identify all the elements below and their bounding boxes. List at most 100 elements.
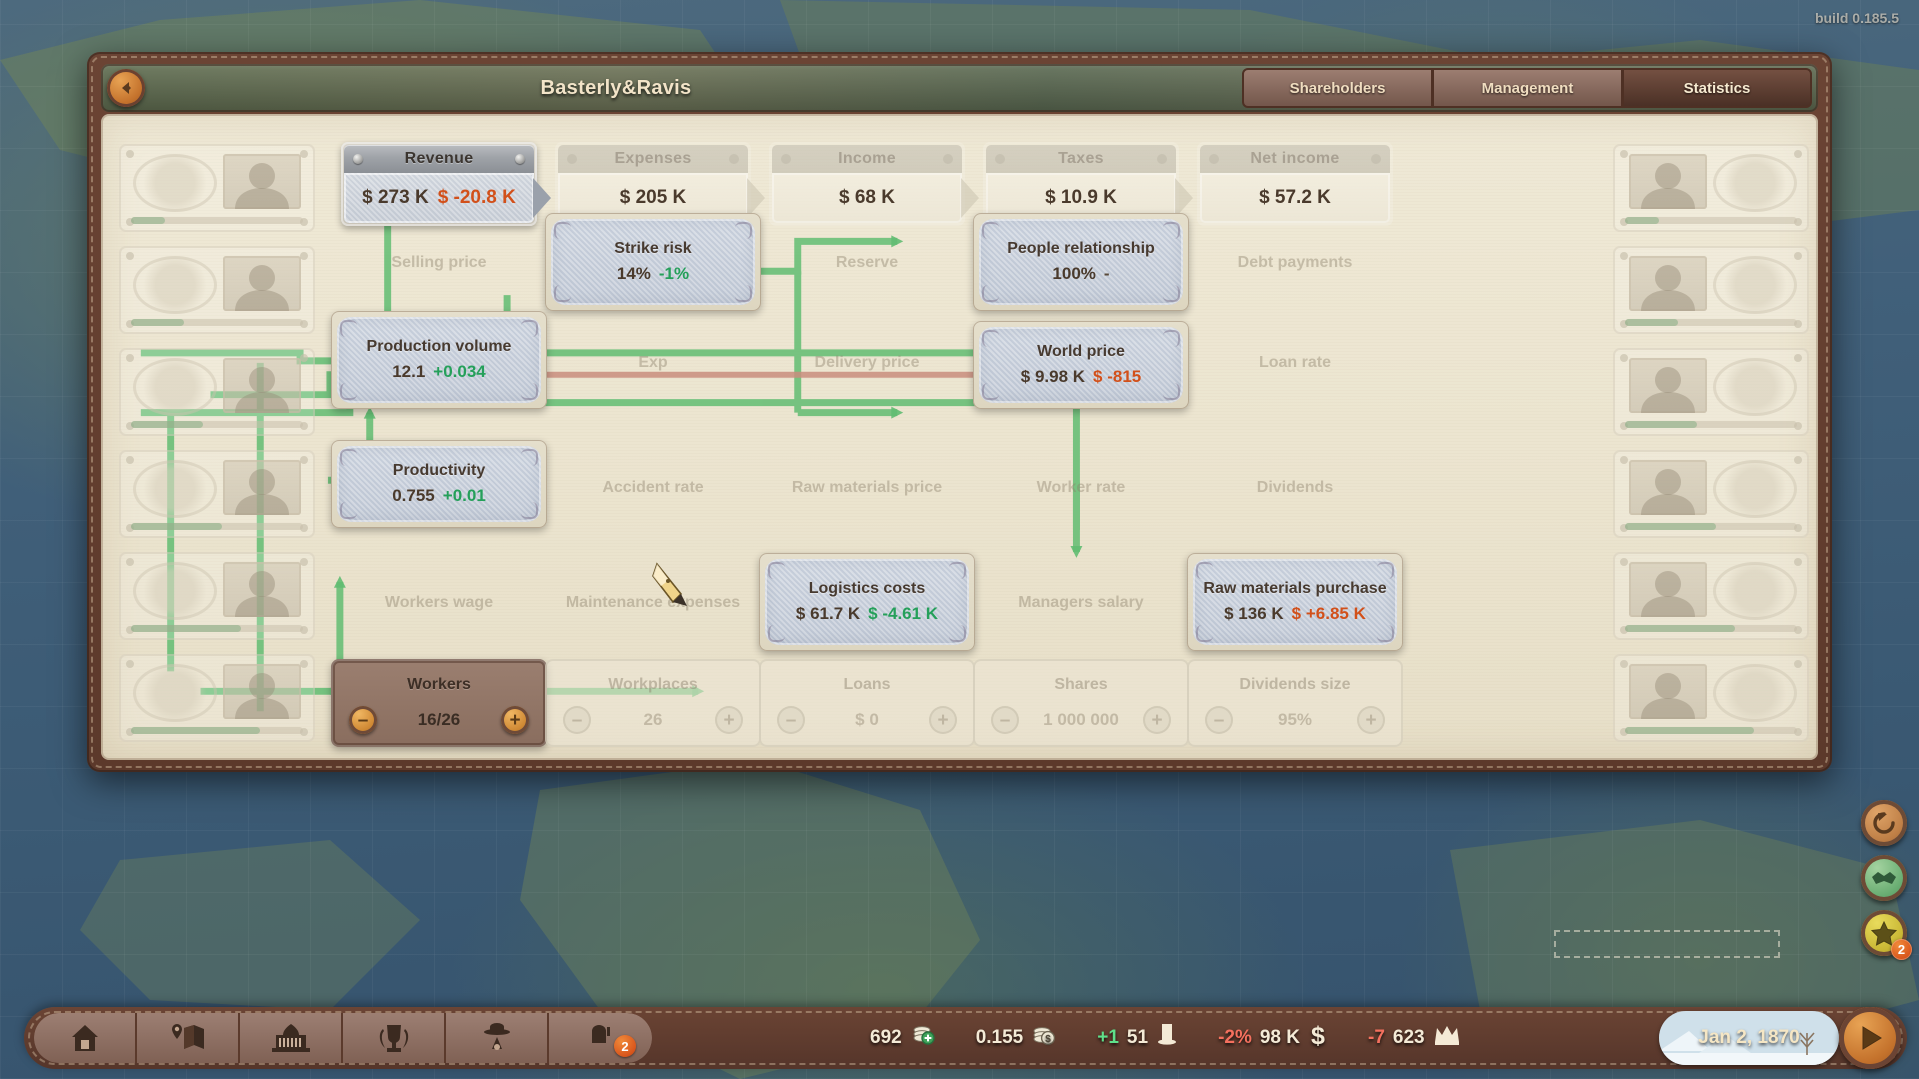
screw — [1794, 456, 1802, 464]
finance-card-value: $ 273 K — [362, 187, 429, 209]
stepper-increment-button[interactable]: + — [501, 706, 529, 734]
progress-bar — [1625, 523, 1797, 530]
stepper-decrement-button[interactable]: – — [563, 706, 591, 734]
tab-statistics[interactable]: Statistics — [1622, 68, 1812, 108]
finance-flow-arrow — [747, 178, 765, 218]
stepper-increment-button[interactable]: + — [1143, 706, 1171, 734]
bottom-bar: 2 6920.155$+151-2%98 K$-7623 Jan 2, 1870 — [0, 1003, 1919, 1079]
toolbar-achievements[interactable] — [343, 1013, 446, 1063]
capitol-icon — [270, 1022, 312, 1054]
stat-card-logistics-costs[interactable]: Logistics costs$ 61.7 K$ -4.61 K — [759, 553, 975, 651]
stepper-decrement-button[interactable]: – — [1205, 706, 1233, 734]
stat-card-value: 100% — [1052, 264, 1095, 284]
stat-card-delta: -1% — [659, 264, 689, 284]
cards-grid: Revenue$ 273 K$ -20.8 KExpenses$ 205 KIn… — [101, 114, 1818, 760]
stepper-decrement-button[interactable]: – — [777, 706, 805, 734]
svg-text:$: $ — [1311, 1022, 1325, 1049]
stat-card-people-relationship[interactable]: People relationship100%- — [973, 213, 1189, 311]
manager-portrait — [1629, 154, 1707, 209]
stepper-decrement-button[interactable]: – — [991, 706, 1019, 734]
finance-card-body: $ 68 K — [772, 173, 962, 223]
stat-card-title: Logistics costs — [809, 580, 925, 598]
stepper-workers[interactable]: Workers–16/26+ — [331, 659, 547, 747]
stepper-increment-button[interactable]: + — [715, 706, 743, 734]
stat-card-title: World price — [1037, 343, 1125, 361]
screw — [995, 154, 1005, 164]
side-panel-row-left-2 — [119, 246, 315, 334]
screw — [1620, 252, 1628, 260]
stat-card-world-price[interactable]: World price$ 9.98 K$ -815 — [973, 321, 1189, 409]
stat-card-title: Production volume — [367, 338, 512, 356]
stepper-title: Shares — [1054, 676, 1107, 694]
toolbar-mail[interactable]: 2 — [549, 1013, 652, 1063]
screw — [781, 154, 791, 164]
finance-card-revenue[interactable]: Revenue$ 273 K$ -20.8 K — [341, 142, 537, 226]
screw — [126, 660, 134, 668]
statistics-panel: Revenue$ 273 K$ -20.8 KExpenses$ 205 KIn… — [101, 114, 1818, 760]
resource-value: 0.155 — [976, 1027, 1024, 1049]
stepper-increment-button[interactable]: + — [929, 706, 957, 734]
tab-shareholders[interactable]: Shareholders — [1242, 68, 1432, 108]
gear-emblem-icon — [133, 154, 217, 212]
dollar-icon: $ — [1308, 1021, 1328, 1055]
stepper-increment-button[interactable]: + — [1357, 706, 1385, 734]
resource-crown: -7623 — [1368, 1024, 1461, 1052]
manager-portrait — [223, 256, 301, 311]
gear-emblem-icon — [1713, 664, 1797, 722]
back-button[interactable] — [107, 69, 145, 107]
date-text: Jan 2, 1870 — [1698, 1027, 1799, 1049]
toolbar-map[interactable] — [137, 1013, 240, 1063]
faded-slot-workers-wage: Workers wage — [341, 559, 537, 647]
stat-card-inner: Raw materials purchase$ 136 K$ +6.85 K — [1193, 559, 1397, 645]
resource-delta: -2% — [1218, 1027, 1252, 1049]
stepper-decrement-button[interactable]: – — [349, 706, 377, 734]
refresh-button[interactable] — [1861, 800, 1907, 846]
screw — [729, 154, 739, 164]
stat-card-values: 100%- — [1052, 264, 1109, 284]
resource-tophat: +151 — [1097, 1022, 1178, 1054]
finance-card-title-text: Income — [838, 150, 896, 168]
date-display[interactable]: Jan 2, 1870 — [1659, 1011, 1839, 1065]
stat-card-raw-materials-purchase[interactable]: Raw materials purchase$ 136 K$ +6.85 K — [1187, 553, 1403, 651]
faded-slot-label: Selling price — [391, 253, 486, 273]
faded-slot-label: Delivery price — [815, 353, 920, 373]
stat-card-values: 0.755+0.01 — [392, 486, 486, 506]
resource-bar: 6920.155$+151-2%98 K$-7623 — [870, 1013, 1461, 1063]
toolbar-espionage[interactable] — [446, 1013, 549, 1063]
faded-slot-label: Workers wage — [385, 593, 493, 613]
screw — [126, 456, 134, 464]
company-window: Basterly&Ravis Shareholders Management S… — [87, 52, 1832, 772]
finance-card-body: $ 273 K$ -20.8 K — [344, 173, 534, 223]
toolbar-government[interactable] — [240, 1013, 343, 1063]
screw — [126, 354, 134, 362]
stat-card-delta: +0.034 — [433, 362, 485, 382]
window-tabs: Shareholders Management Statistics — [1242, 68, 1812, 108]
achievements-button[interactable]: 2 — [1861, 910, 1907, 956]
crown-icon — [1433, 1024, 1461, 1052]
tab-management[interactable]: Management — [1432, 68, 1622, 108]
stat-card-values: 14%-1% — [617, 264, 689, 284]
stat-card-strike-risk[interactable]: Strike risk14%-1% — [545, 213, 761, 311]
finance-card-title-text: Net income — [1250, 150, 1339, 168]
stat-card-inner: People relationship100%- — [979, 219, 1183, 305]
side-panel-row-right-4 — [1613, 450, 1809, 538]
resource-value: 692 — [870, 1027, 902, 1049]
gear-emblem-icon — [133, 256, 217, 314]
mailbox-icon — [586, 1023, 616, 1053]
play-pause-button[interactable] — [1839, 1007, 1901, 1069]
stat-card-delta: $ -815 — [1093, 367, 1141, 387]
stepper-value: 1 000 000 — [1033, 710, 1129, 730]
toolbar-home[interactable] — [34, 1013, 137, 1063]
gear-emblem-icon — [133, 562, 217, 620]
stat-card-inner: Production volume12.1+0.034 — [337, 317, 541, 403]
resource-delta: -7 — [1368, 1027, 1385, 1049]
progress-bar — [131, 727, 303, 734]
faded-slot-delivery-price: Delivery price — [769, 319, 965, 407]
resource-delta: +1 — [1097, 1027, 1119, 1049]
diplomacy-button[interactable] — [1861, 855, 1907, 901]
stat-card-production-volume[interactable]: Production volume12.1+0.034 — [331, 311, 547, 409]
faded-slot-label: Worker rate — [1037, 478, 1126, 498]
side-action-buttons: 2 — [1861, 800, 1907, 956]
finance-card-title: Taxes — [986, 145, 1176, 173]
stat-card-productivity[interactable]: Productivity0.755+0.01 — [331, 440, 547, 528]
